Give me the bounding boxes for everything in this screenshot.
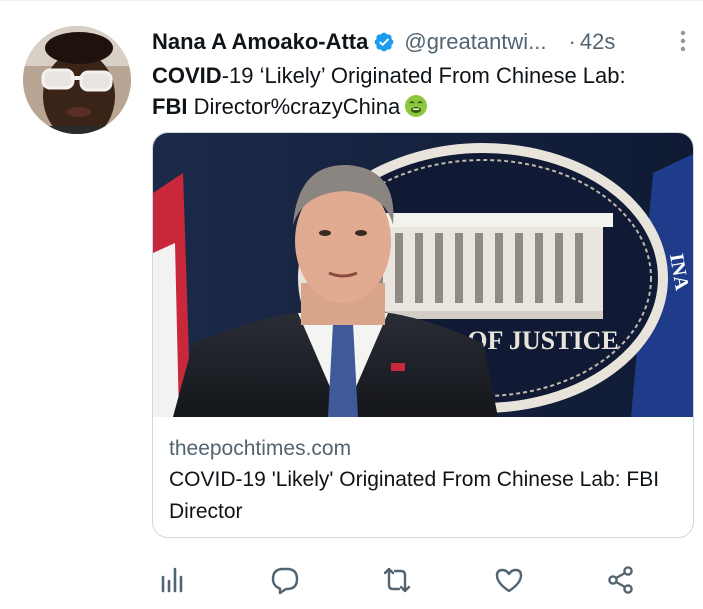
author-name[interactable]: Nana A Amoako-Atta [152,29,368,55]
author-handle[interactable]: @greatantwi... [404,29,546,55]
card-meta: theepochtimes.com COVID-19 'Likely' Orig… [169,434,669,528]
card-image-sign-text: OF JUSTICE [467,326,618,355]
tweet-header: Nana A Amoako-Atta @greatantwi... · 42s [152,25,692,59]
tweet-text-bold-fbi: FBI [152,94,188,119]
tweet-text: COVID-19 ‘Likely’ Originated From Chines… [152,60,692,122]
link-card[interactable]: OF JUSTICE INA theepochtimes.com COVID-1… [152,132,694,538]
top-divider [0,0,703,6]
tweet-actions [152,561,692,599]
retweet-button[interactable] [378,561,416,599]
like-button[interactable] [490,561,528,599]
views-icon [161,567,183,593]
reply-button[interactable] [266,561,304,599]
avatar[interactable] [23,26,131,134]
like-icon [495,568,523,593]
card-title[interactable]: COVID-19 'Likely' Originated From Chines… [169,464,669,528]
card-domain: theepochtimes.com [169,437,352,460]
nauseated-face-emoji-icon [404,94,428,118]
retweet-icon [383,567,411,593]
reply-icon [271,567,299,595]
tweet-text-hashtag-segment[interactable]: Director%crazyChina [187,94,401,119]
verified-badge-icon [373,31,395,53]
timestamp[interactable]: 42s [580,29,615,55]
separator-dot: · [568,29,576,54]
share-button[interactable] [602,561,640,599]
share-icon [608,566,633,594]
more-options-icon[interactable] [679,29,687,53]
views-button[interactable] [154,561,192,599]
tweet-text-bold-covid: COVID [152,63,222,88]
avatar-image [23,26,131,134]
tweet-text-segment: -19 ‘Likely’ Originated From Chinese Lab… [221,63,626,88]
card-image: OF JUSTICE INA [153,133,693,417]
